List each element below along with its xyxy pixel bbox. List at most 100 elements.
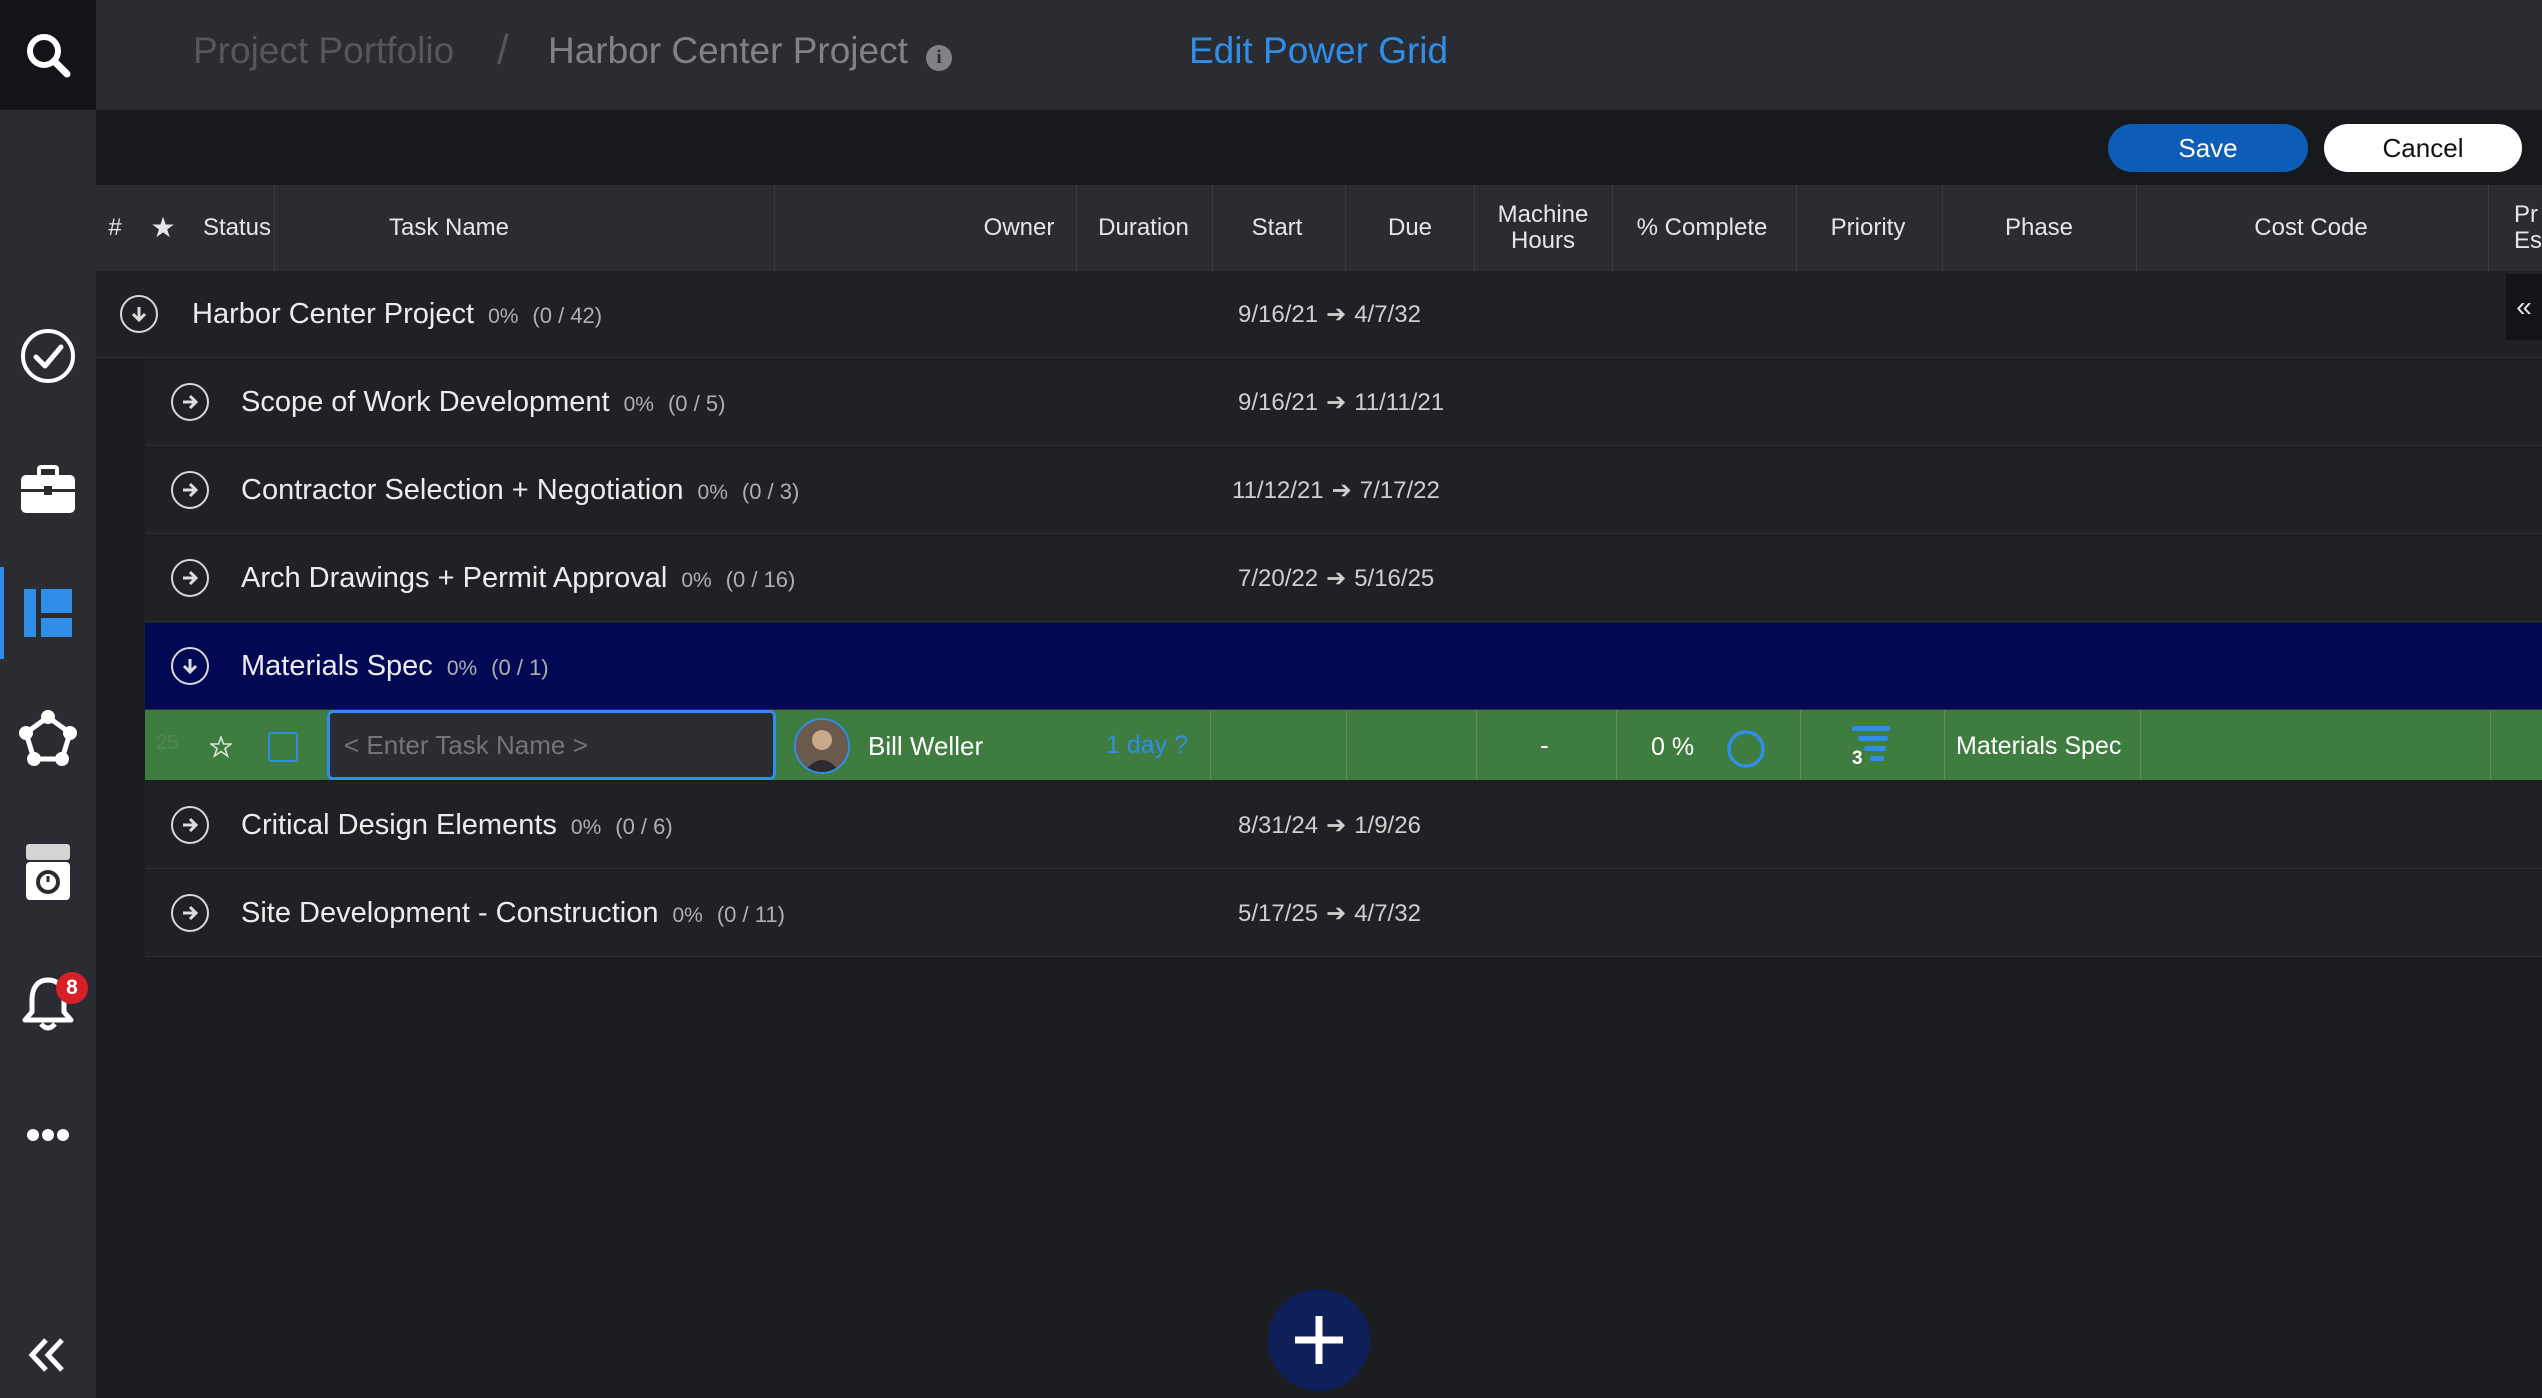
col-star[interactable]: ★ [146,185,180,271]
cancel-button[interactable]: Cancel [2324,124,2522,172]
breadcrumb-portfolio[interactable]: Project Portfolio [193,30,454,72]
expand-toggle-button[interactable] [171,559,209,597]
col-due[interactable]: Due [1345,185,1475,271]
row-dates: 7/20/22 ➔ 5/16/25 [1238,564,1434,593]
owner-name[interactable]: Bill Weller [868,731,983,762]
notifications-nav[interactable] [0,954,96,1054]
col-start[interactable]: Start [1212,185,1342,271]
row-title[interactable]: Site Development - Construction 0% (0 / 11… [241,897,785,930]
collapse-sidebar-button[interactable] [0,1320,96,1390]
grid-header: # ★ Status Task Name Owner Duration Star… [96,185,2542,272]
col-project-estimate[interactable]: Pr Es [2514,185,2542,271]
collapse-toggle-button[interactable] [120,295,158,333]
cell-divider [1944,710,1945,780]
more-nav[interactable] [0,1085,96,1185]
col-priority[interactable]: Priority [1796,185,1940,271]
row-count: (0 / 6) [615,813,673,839]
expand-toggle-button[interactable] [171,806,209,844]
row-name: Materials Spec [241,649,433,682]
timesheet-nav[interactable] [0,822,96,922]
cell-divider [1346,710,1347,780]
row-title[interactable]: Materials Spec 0% (0 / 1) [241,650,549,683]
col-phase[interactable]: Phase [1942,185,2136,271]
collapse-toggle-button[interactable] [171,647,209,685]
row-percent: 0% [488,304,519,328]
row-start: 11/12/21 [1232,476,1324,504]
row-due: 7/17/22 [1359,476,1440,504]
arrow-down-icon [182,659,198,675]
more-icon [27,1129,69,1141]
row-start: 9/16/21 [1238,300,1319,328]
col-task-name[interactable]: Task Name [274,185,624,271]
arrow-down-icon [131,307,147,323]
col-machine-hours-line1: Machine [1497,201,1589,228]
breadcrumb-project[interactable]: Harbor Center Project [548,30,908,72]
cell-divider [2490,710,2491,780]
arrow-right-circle-icon [183,905,199,921]
row-title[interactable]: Scope of Work Development 0% (0 / 5) [241,386,725,419]
expand-toggle-button[interactable] [171,894,209,932]
col-duration[interactable]: Duration [1076,185,1211,271]
row-name: Critical Design Elements [241,808,557,841]
table-row[interactable]: Arch Drawings + Permit Approval 0% (0 / 16… [145,535,2542,622]
duration-value[interactable]: 1 day ? [1106,731,1188,760]
row-due: 1/9/26 [1354,811,1421,839]
network-nav[interactable] [0,689,96,789]
search-icon [27,34,71,78]
cell-divider [1616,710,1617,780]
add-task-button[interactable] [1268,1289,1370,1391]
arrow-right-circle-icon [183,570,199,586]
board-nav[interactable] [0,563,96,663]
arrow-right-icon: ➔ [1326,300,1347,328]
row-title[interactable]: Critical Design Elements 0% (0 / 6) [241,809,673,842]
row-title[interactable]: Harbor Center Project 0% (0 / 42) [192,298,602,331]
row-due: 4/7/32 [1354,899,1421,927]
row-count: (0 / 16) [725,566,796,592]
col-machine-hours[interactable]: Machine Hours [1474,185,1612,271]
status-checkbox[interactable] [268,732,298,762]
row-title[interactable]: Arch Drawings + Permit Approval 0% (0 / 16… [241,562,795,595]
task-name-input[interactable] [327,710,776,780]
portfolio-nav[interactable] [0,441,96,541]
table-row[interactable]: Scope of Work Development 0% (0 / 5) 9/16/… [145,359,2542,446]
row-dates: 8/31/24 ➔ 1/9/26 [1238,811,1421,840]
save-button[interactable]: Save [2108,124,2308,172]
row-percent: 0% [623,392,654,416]
avatar[interactable] [794,718,850,774]
row-name: Contractor Selection + Negotiation [241,473,684,506]
expand-toggle-button[interactable] [171,383,209,421]
cell-divider [2140,710,2141,780]
priority-cell[interactable]: 3 [1846,722,1896,772]
phase-value[interactable]: Materials Spec [1956,732,2121,761]
col-status[interactable]: Status [192,185,282,271]
col-number[interactable]: # [100,185,130,271]
col-percent-complete[interactable]: % Complete [1612,185,1792,271]
row-name: Arch Drawings + Permit Approval [241,561,668,594]
table-row[interactable]: Site Development - Construction 0% (0 / 11… [145,870,2542,957]
info-icon[interactable]: i [926,45,952,71]
percent-complete-value[interactable]: 0 % [1651,733,1694,762]
row-title[interactable]: Contractor Selection + Negotiation 0% (0 /… [241,474,799,507]
expand-toggle-button[interactable] [171,471,209,509]
search-button[interactable] [0,0,96,110]
progress-ring-icon[interactable] [1726,729,1766,769]
table-row[interactable]: Critical Design Elements 0% (0 / 6) 8/31/2… [145,782,2542,869]
arrow-right-circle-icon [183,482,199,498]
machine-hours-value[interactable]: - [1540,730,1549,761]
table-row[interactable]: Contractor Selection + Negotiation 0% (0 /… [145,447,2542,534]
timesheet-icon [26,844,70,900]
star-outline-icon[interactable] [210,736,232,758]
row-name: Scope of Work Development [241,385,610,418]
table-row-selected[interactable]: Materials Spec 0% (0 / 1) [145,623,2542,710]
col-cost-code[interactable]: Cost Code [2136,185,2486,271]
person-icon [796,720,848,772]
priority-level: 3 [1852,748,1863,769]
left-rail: 8 [0,0,96,1398]
cell-divider [1800,710,1801,780]
breadcrumb-separator: / [497,26,509,73]
row-dates: 9/16/21 ➔ 4/7/32 [1238,300,1421,329]
row-name: Harbor Center Project [192,297,475,330]
tasks-nav[interactable] [0,306,96,406]
collapse-panel-button[interactable]: « [2506,274,2542,340]
table-row[interactable]: Harbor Center Project 0% (0 / 42) 9/16/21 ➔… [96,271,2542,358]
